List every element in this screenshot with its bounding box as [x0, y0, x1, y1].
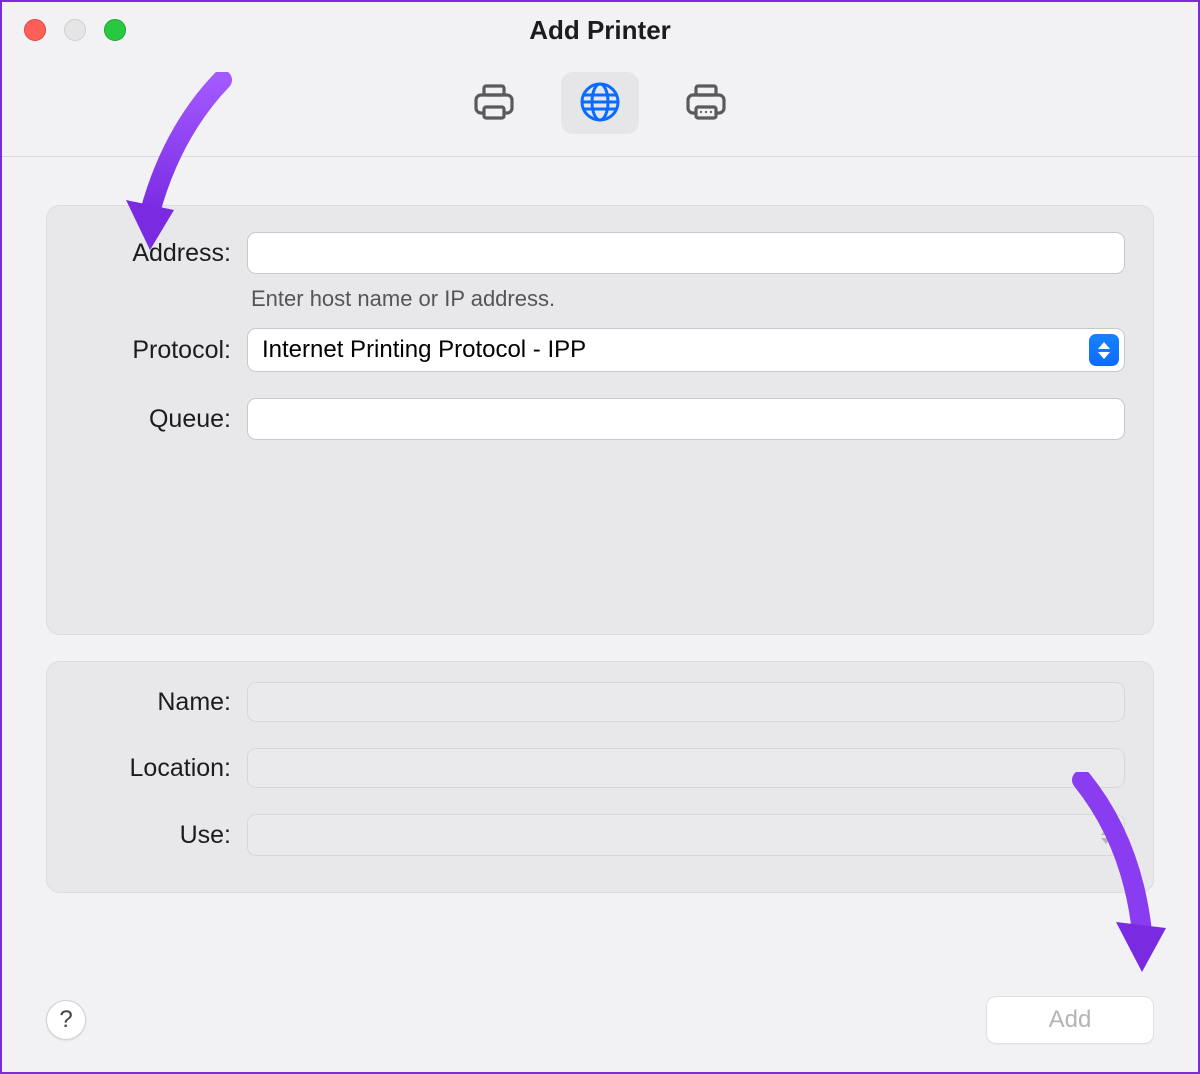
window-title: Add Printer — [2, 15, 1198, 46]
window-minimize-button[interactable] — [64, 19, 86, 41]
location-label: Location: — [69, 754, 247, 783]
protocol-label: Protocol: — [69, 336, 247, 365]
name-input — [247, 682, 1125, 722]
printer-icon — [472, 82, 516, 125]
protocol-select[interactable] — [247, 328, 1125, 372]
chevron-up-down-icon — [1089, 334, 1119, 366]
address-hint: Enter host name or IP address. — [247, 282, 555, 312]
window-zoom-button[interactable] — [104, 19, 126, 41]
use-select — [247, 814, 1125, 856]
tab-default-printer[interactable] — [455, 72, 533, 134]
connection-panel: Address: Enter host name or IP address. … — [46, 205, 1154, 635]
details-panel: Name: Location: Use: — [46, 661, 1154, 893]
add-button[interactable]: Add — [986, 996, 1154, 1044]
address-label: Address: — [69, 239, 247, 268]
globe-icon — [578, 80, 622, 127]
queue-label: Queue: — [69, 405, 247, 434]
printer-advanced-icon — [684, 82, 728, 125]
queue-input[interactable] — [247, 398, 1125, 440]
window-close-button[interactable] — [24, 19, 46, 41]
use-label: Use: — [69, 821, 247, 850]
tab-ip-printer[interactable] — [561, 72, 639, 134]
name-label: Name: — [69, 688, 247, 717]
protocol-value[interactable] — [247, 328, 1125, 372]
chevron-up-down-icon — [1098, 823, 1114, 849]
tab-windows-printer[interactable] — [667, 72, 745, 134]
address-input[interactable] — [247, 232, 1125, 274]
location-input — [247, 748, 1125, 788]
add-printer-tabs — [2, 58, 1198, 157]
help-button[interactable]: ? — [46, 1000, 86, 1040]
